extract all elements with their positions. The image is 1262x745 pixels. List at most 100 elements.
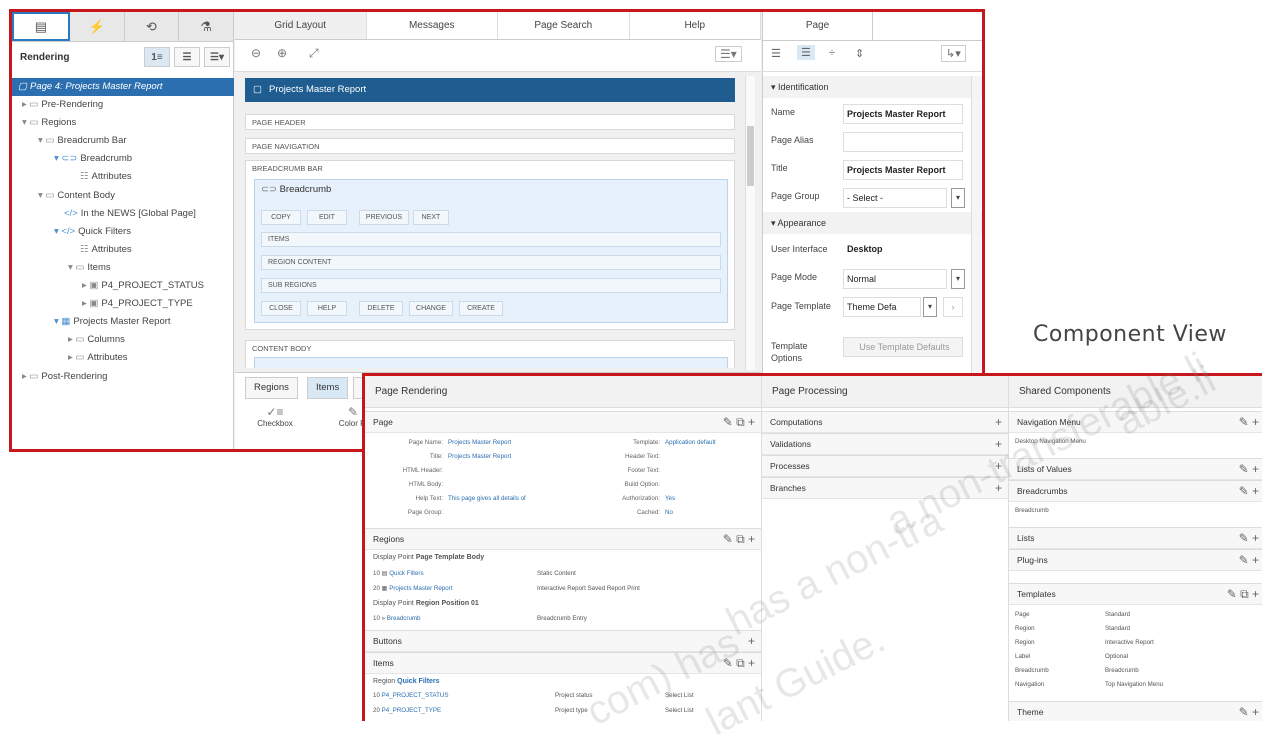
tab-grid-layout[interactable]: Grid Layout (235, 12, 367, 39)
previous-position[interactable]: PREVIOUS (359, 210, 409, 225)
add-icon[interactable]: + (995, 478, 1002, 499)
tab-page-properties[interactable]: Page (763, 12, 873, 40)
navigation-menu-link[interactable]: Desktop Navigation Menu (1015, 438, 1086, 445)
folder-icon: ▸ ▭ (68, 334, 85, 346)
alias-field[interactable] (843, 132, 963, 152)
tab-help[interactable]: Help (630, 12, 761, 39)
help-position[interactable]: HELP (307, 301, 347, 316)
tree-node[interactable]: ▾ ▭ Items (12, 259, 234, 277)
breadcrumb-bar-position[interactable]: BREADCRUMB BAR ⊂⊃ Breadcrumb COPY EDIT P… (245, 160, 735, 330)
content-body-label: CONTENT BODY (252, 344, 312, 353)
zoom-out-icon[interactable]: ⊖ (251, 46, 261, 60)
rendering-tab-icon[interactable]: ▤ (12, 12, 70, 41)
page-title-bar[interactable]: ▢ Projects Master Report (245, 78, 735, 102)
tree-node-page[interactable]: ▢ Page 4: Projects Master Report (12, 78, 234, 97)
item-type: Select List (665, 707, 694, 714)
processing-tab-icon[interactable]: ⟲ (125, 12, 180, 41)
chevron-right-icon[interactable]: › (943, 297, 963, 317)
delete-position[interactable]: DELETE (359, 301, 403, 316)
gallery-tab-regions[interactable]: Regions (245, 377, 298, 399)
name-field[interactable]: Projects Master Report (843, 104, 963, 124)
edit-pencil-icon[interactable]: ✎ + (1239, 550, 1259, 571)
tree-node[interactable]: ▸ ▭ Post-Rendering (12, 368, 234, 386)
identification-section[interactable]: ▾ Identification (763, 76, 982, 98)
tree-node[interactable]: ☷ Attributes (12, 168, 234, 186)
edit-pencil-icon[interactable]: ✎ + (1239, 702, 1259, 721)
breadcrumb-region[interactable]: ⊂⊃ Breadcrumb COPY EDIT PREVIOUS NEXT IT… (254, 179, 728, 323)
shared-components-tab-icon[interactable]: ⚗ (179, 12, 234, 41)
tree-node[interactable]: ▸ ▣ P4_PROJECT_TYPE (12, 295, 234, 313)
chevron-down-icon[interactable]: ▾ (923, 297, 937, 317)
edit-pencil-icon[interactable]: ✎ ⧉ + (723, 653, 755, 674)
edit-pencil-icon[interactable]: ✎ + (1239, 412, 1259, 433)
expand-all-icon[interactable]: ⇕ (855, 47, 864, 60)
expand-icon[interactable]: ⤢ (309, 46, 319, 61)
collapse-all-icon[interactable]: ÷ (829, 47, 835, 59)
edit-pencil-icon[interactable]: ✎ ⧉ + (1227, 584, 1259, 605)
add-icon[interactable]: + (995, 456, 1002, 477)
breadcrumbs-link[interactable]: Breadcrumb (1015, 507, 1049, 514)
component-view-label: Component View (1033, 322, 1227, 347)
close-position[interactable]: CLOSE (261, 301, 301, 316)
items-position[interactable]: ITEMS (261, 232, 721, 247)
mode-select[interactable]: Normal (843, 269, 947, 289)
lists-section: Lists ✎ + (1009, 527, 1262, 549)
region-type[interactable]: Static Content (537, 570, 576, 577)
add-icon[interactable]: + (995, 434, 1002, 455)
create-position[interactable]: CREATE (459, 301, 503, 316)
edit-pencil-icon[interactable]: ✎ + (1239, 459, 1259, 480)
region-type[interactable]: Interactive Report Saved Report Print (537, 585, 640, 592)
tree-node[interactable]: ▾ </> Quick Filters (12, 223, 234, 241)
layout-scrollbar[interactable] (745, 76, 755, 370)
tree-node[interactable]: ▾ ▦ Projects Master Report (12, 313, 234, 331)
page-navigation-position[interactable]: PAGE NAVIGATION (245, 138, 735, 154)
zoom-in-icon[interactable]: ⊕ (277, 46, 287, 60)
sub-regions-position[interactable]: SUB REGIONS (261, 278, 721, 293)
region-type[interactable]: Breadcrumb Entry (537, 615, 587, 622)
chevron-down-icon[interactable]: ▾ (951, 188, 965, 208)
dynamic-actions-tab-icon[interactable]: ⚡ (70, 12, 125, 41)
tab-page-search[interactable]: Page Search (498, 12, 630, 39)
tree-node[interactable]: ▸ ▭ Pre-Rendering (12, 96, 234, 114)
tree-node[interactable]: ▸ ▭ Attributes (12, 349, 234, 367)
tree-node[interactable]: ▾ ▭ Content Body (12, 187, 234, 205)
group-select[interactable]: - Select - (843, 188, 947, 208)
content-body-position[interactable]: CONTENT BODY (245, 340, 735, 368)
tree-node[interactable]: ▾ ▭ Regions (12, 114, 234, 132)
edit-position[interactable]: EDIT (307, 210, 347, 225)
content-body-region[interactable] (254, 357, 728, 368)
edit-pencil-icon[interactable]: ✎ + (1239, 528, 1259, 549)
page-header-position[interactable]: PAGE HEADER (245, 114, 735, 130)
add-icon[interactable]: + (748, 631, 755, 652)
layout-menu-icon[interactable]: ☰▾ (715, 46, 742, 62)
tree-node[interactable]: ☷ Attributes (12, 241, 234, 259)
tree-node[interactable]: ▸ ▣ P4_PROJECT_STATUS (12, 277, 234, 295)
next-position[interactable]: NEXT (413, 210, 449, 225)
use-template-defaults-button[interactable]: Use Template Defaults (843, 337, 963, 357)
chevron-down-icon[interactable]: ▾ (951, 269, 965, 289)
tree-node[interactable]: </> In the NEWS [Global Page] (12, 205, 234, 223)
show-all-icon[interactable]: ☰ (797, 45, 815, 60)
title-field[interactable]: Projects Master Report (843, 160, 963, 180)
region-content-position[interactable]: REGION CONTENT (261, 255, 721, 270)
add-icon[interactable]: + (995, 412, 1002, 433)
edit-pencil-icon[interactable]: ✎ ⧉ + (723, 529, 755, 550)
tree-node[interactable]: ▸ ▭ Columns (12, 331, 234, 349)
tree-node[interactable]: ▾ ⊂⊃ Breadcrumb (12, 150, 234, 168)
gallery-item-checkbox[interactable]: ✓≡ Checkbox (255, 405, 295, 428)
template-select[interactable]: Theme Defa (843, 297, 921, 317)
scroll-thumb[interactable] (747, 126, 754, 186)
group-by-type-icon[interactable]: ☰ (174, 47, 200, 67)
go-to-group-icon[interactable]: ↳▾ (941, 45, 966, 62)
edit-pencil-icon[interactable]: ✎ + (1239, 481, 1259, 502)
show-common-icon[interactable]: ☰ (771, 47, 781, 60)
tree-menu-icon[interactable]: ☰▾ (204, 47, 230, 67)
change-position[interactable]: CHANGE (409, 301, 453, 316)
appearance-section[interactable]: ▾ Appearance (763, 212, 982, 234)
edit-pencil-icon[interactable]: ✎ ⧉ + (723, 412, 755, 433)
group-by-order-icon[interactable]: 1≡ (144, 47, 170, 67)
tree-node[interactable]: ▾ ▭ Breadcrumb Bar (12, 132, 234, 150)
gallery-tab-items[interactable]: Items (307, 377, 349, 399)
copy-position[interactable]: COPY (261, 210, 301, 225)
tab-messages[interactable]: Messages (367, 12, 498, 39)
